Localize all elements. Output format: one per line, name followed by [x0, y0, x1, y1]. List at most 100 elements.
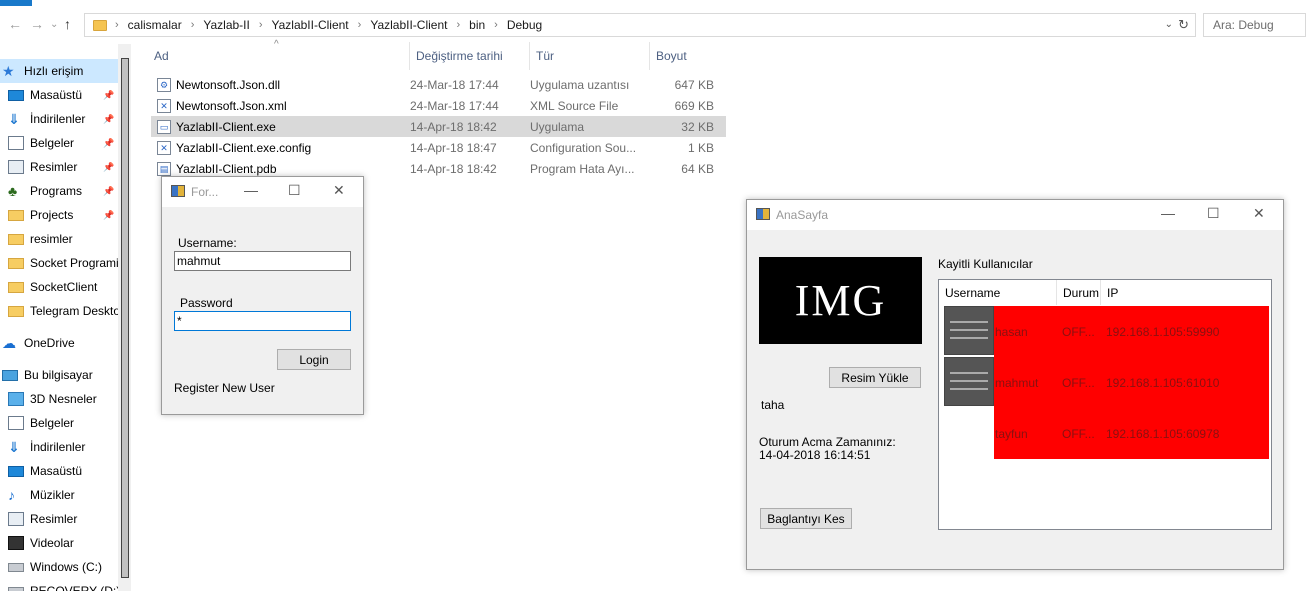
- column-header-ip[interactable]: IP: [1101, 280, 1271, 305]
- nav-item-label: Telegram Deskto: [30, 304, 118, 318]
- breadcrumb-item[interactable]: bin: [469, 18, 485, 32]
- close-icon[interactable]: ✕: [1253, 205, 1265, 222]
- file-row[interactable]: ✕ Newtonsoft.Json.xml 24-Mar-18 17:44 XML S…: [151, 95, 726, 116]
- address-bar[interactable]: › calismalar › Yazlab-II › YazlabII-Clie…: [84, 13, 1196, 37]
- column-header-type[interactable]: Tür: [529, 42, 649, 70]
- column-header-status[interactable]: Durum: [1057, 280, 1101, 305]
- nav-item[interactable]: Socket Programi: [0, 251, 118, 275]
- nav-item[interactable]: Belgeler 📌: [0, 131, 118, 155]
- nav-item-label: Belgeler: [30, 416, 75, 430]
- nav-item[interactable]: ⇓ İndirilenler 📌: [0, 107, 118, 131]
- breadcrumb-item[interactable]: Yazlab-II: [203, 18, 249, 32]
- column-header-name[interactable]: Ad: [148, 42, 410, 70]
- pin-icon: 📌: [103, 137, 115, 148]
- user-status: OFF...: [1062, 325, 1095, 339]
- search-input[interactable]: Ara: Debug: [1203, 13, 1306, 37]
- file-row[interactable]: ✕ YazlabII-Client.exe.config 14-Apr-18 18:…: [151, 137, 726, 158]
- nav-item[interactable]: Bu bilgisayar: [0, 363, 118, 387]
- nav-item-label: Resimler: [30, 512, 78, 526]
- column-header-date[interactable]: Değiştirme tarihi: [409, 42, 529, 70]
- current-user-label: taha: [761, 398, 785, 412]
- nav-item-label: Programs: [30, 184, 83, 198]
- login-window: For... — ☐ ✕ Username: mahmut Password *…: [161, 176, 364, 415]
- nav-item[interactable]: Resimler 📌: [0, 155, 118, 179]
- column-header-size[interactable]: Boyut: [649, 42, 729, 70]
- nav-item[interactable]: RECOVERY (D:): [0, 579, 118, 591]
- users-listview[interactable]: Username Durum IP hasan OFF... 192.168.1.1…: [938, 279, 1272, 530]
- nav-item[interactable]: Belgeler: [0, 411, 118, 435]
- nav-item[interactable]: Projects 📌: [0, 203, 118, 227]
- user-status: OFF...: [1062, 427, 1095, 441]
- column-header-username[interactable]: Username: [939, 280, 1057, 305]
- file-row[interactable]: ⚙ Newtonsoft.Json.dll 24-Mar-18 17:44 Uygul…: [151, 74, 726, 95]
- nav-item[interactable]: ♣ Programs 📌: [0, 179, 118, 203]
- login-button[interactable]: Login: [277, 349, 351, 370]
- nav-item[interactable]: SocketClient: [0, 275, 118, 299]
- session-time: 14-04-2018 16:14:51: [759, 448, 871, 462]
- file-size: 32 KB: [681, 119, 714, 134]
- file-name: Newtonsoft.Json.xml: [176, 98, 287, 113]
- thumbnail-text-line: [950, 329, 988, 331]
- window-title: For...: [191, 185, 219, 199]
- file-date: 24-Mar-18 17:44: [410, 77, 499, 92]
- minimize-icon[interactable]: —: [1161, 205, 1175, 221]
- file-row[interactable]: ▭ YazlabII-Client.exe 14-Apr-18 18:42 Uygul…: [151, 116, 726, 137]
- nav-item[interactable]: resimler: [0, 227, 118, 251]
- breadcrumb-item[interactable]: Debug: [507, 18, 542, 32]
- minimize-icon[interactable]: —: [244, 182, 258, 198]
- refresh-icon[interactable]: ↻: [1178, 17, 1189, 33]
- scrollbar-thumb[interactable]: [121, 58, 129, 578]
- nav-item[interactable]: Masaüstü 📌: [0, 83, 118, 107]
- nav-item[interactable]: ★ Hızlı erişim: [0, 59, 118, 83]
- main-titlebar[interactable]: AnaSayfa — ☐ ✕: [747, 200, 1283, 230]
- folder-icon: [8, 233, 24, 245]
- user-row[interactable]: hasan OFF... 192.168.1.105:59990: [994, 306, 1269, 357]
- recent-chevron-icon[interactable]: ⌄: [50, 19, 58, 30]
- user-row[interactable]: mahmut OFF... 192.168.1.105:61010: [994, 357, 1269, 408]
- user-row[interactable]: tayfun OFF... 192.168.1.105:60978: [994, 408, 1269, 459]
- user-ip: 192.168.1.105:60978: [1106, 427, 1220, 441]
- up-icon[interactable]: ↑: [64, 16, 71, 32]
- file-tab[interactable]: [0, 0, 32, 6]
- drive-icon: [8, 586, 24, 591]
- nav-item[interactable]: Masaüstü: [0, 459, 118, 483]
- file-size: 1 KB: [687, 140, 714, 155]
- nav-item[interactable]: Windows (C:): [0, 555, 118, 579]
- forward-icon[interactable]: →: [30, 16, 44, 32]
- disconnect-button[interactable]: Baglantıyı Kes: [760, 508, 852, 529]
- nav-item[interactable]: ⇓ İndirilenler: [0, 435, 118, 459]
- upload-image-button[interactable]: Resim Yükle: [829, 367, 921, 388]
- register-link[interactable]: Register New User: [174, 381, 275, 395]
- password-field[interactable]: *: [174, 311, 351, 331]
- login-titlebar[interactable]: For... — ☐ ✕: [162, 177, 363, 207]
- back-icon[interactable]: ←: [8, 16, 22, 32]
- nav-item[interactable]: ♪ Müzikler: [0, 483, 118, 507]
- folder-icon: [8, 305, 24, 317]
- file-date: 14-Apr-18 18:47: [410, 140, 497, 155]
- maximize-icon[interactable]: ☐: [288, 182, 301, 199]
- documents-icon: [8, 416, 24, 430]
- config-file-icon: ✕: [157, 140, 171, 155]
- pin-icon: 📌: [103, 209, 115, 220]
- breadcrumb-item[interactable]: YazlabII-Client: [370, 18, 447, 32]
- file-date: 14-Apr-18 18:42: [410, 161, 497, 176]
- close-icon[interactable]: ✕: [333, 182, 345, 199]
- maximize-icon[interactable]: ☐: [1207, 205, 1220, 222]
- nav-item-label: 3D Nesneler: [30, 392, 97, 406]
- download-icon: ⇓: [8, 111, 20, 127]
- nav-item[interactable]: ☁ OneDrive: [0, 331, 118, 355]
- breadcrumb-item[interactable]: YazlabII-Client: [272, 18, 349, 32]
- user-thumbnail: [944, 306, 994, 355]
- password-label: Password: [180, 296, 233, 310]
- username-field[interactable]: mahmut: [174, 251, 351, 271]
- nav-item[interactable]: Resimler: [0, 507, 118, 531]
- address-dropdown-chevron-icon[interactable]: ⌄: [1165, 19, 1173, 30]
- nav-item[interactable]: Videolar: [0, 531, 118, 555]
- nav-item[interactable]: 3D Nesneler: [0, 387, 118, 411]
- users-list-label: Kayitli Kullanıcılar: [938, 257, 1033, 271]
- pin-icon: 📌: [103, 89, 115, 100]
- drive-icon: [8, 562, 24, 572]
- navigation-scrollbar[interactable]: [118, 44, 131, 591]
- nav-item[interactable]: Telegram Deskto: [0, 299, 118, 323]
- breadcrumb-item[interactable]: calismalar: [128, 18, 182, 32]
